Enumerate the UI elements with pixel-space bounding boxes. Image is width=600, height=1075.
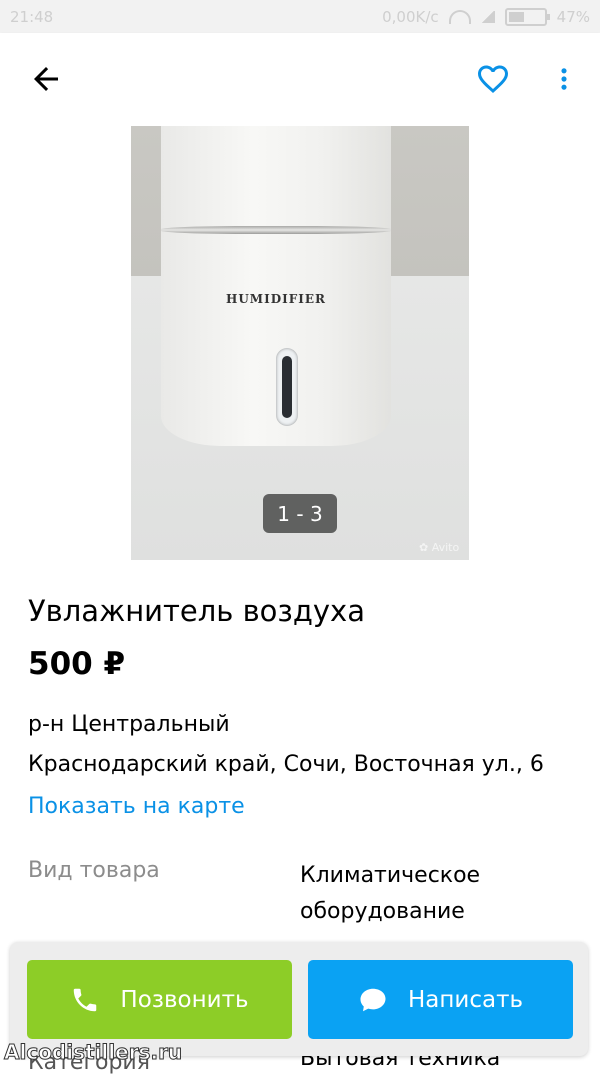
status-bar: 21:48 0,00K/c 47% <box>0 0 600 33</box>
chat-bubble-icon <box>360 988 386 1011</box>
arrow-left-icon <box>34 67 58 91</box>
status-time: 21:48 <box>10 8 54 26</box>
call-button[interactable]: Позвонить <box>27 960 292 1039</box>
device-brand-text: HUMIDIFIER <box>226 292 326 306</box>
listing-price: 500 ₽ <box>28 646 126 682</box>
device-ring <box>161 226 391 234</box>
network-speed: 0,00K/c <box>382 8 439 26</box>
more-vertical-icon <box>561 68 567 90</box>
message-button-label: Написать <box>407 986 524 1013</box>
more-options-button[interactable] <box>550 61 578 97</box>
battery-icon <box>504 8 550 26</box>
phone-icon <box>74 988 97 1011</box>
param-value-type: Климатическое оборудование <box>300 863 481 924</box>
humidifier-image: HUMIDIFIER <box>161 126 391 446</box>
app-toolbar <box>0 33 600 126</box>
show-on-map-link[interactable]: Показать на карте <box>28 794 245 819</box>
status-indicators: 0,00K/c 47% <box>382 8 590 26</box>
photo-counter: 1 - 3 <box>263 494 337 533</box>
battery-percent: 47% <box>556 8 590 26</box>
site-watermark: Alcodistillers.ru <box>3 1040 183 1065</box>
signal-icon <box>480 11 495 23</box>
device-water-window <box>276 348 298 426</box>
call-button-label: Позвонить <box>120 986 249 1013</box>
heart-outline-icon <box>478 65 508 94</box>
avito-watermark: ✿ Avito <box>419 541 460 554</box>
listing-address: Краснодарский край, Сочи, Восточная ул.,… <box>28 752 544 777</box>
wifi-icon <box>448 10 471 24</box>
listing-district: р-н Центральный <box>28 712 230 737</box>
back-button[interactable] <box>28 61 64 97</box>
watermark-text: Avito <box>431 541 460 554</box>
message-button[interactable]: Написать <box>308 960 573 1039</box>
contact-action-bar: Позвонить Написать <box>10 942 588 1056</box>
favorite-button[interactable] <box>474 61 512 97</box>
listing-title: Увлажнитель воздуха <box>28 594 365 628</box>
param-label-type: Вид товара <box>28 858 160 883</box>
